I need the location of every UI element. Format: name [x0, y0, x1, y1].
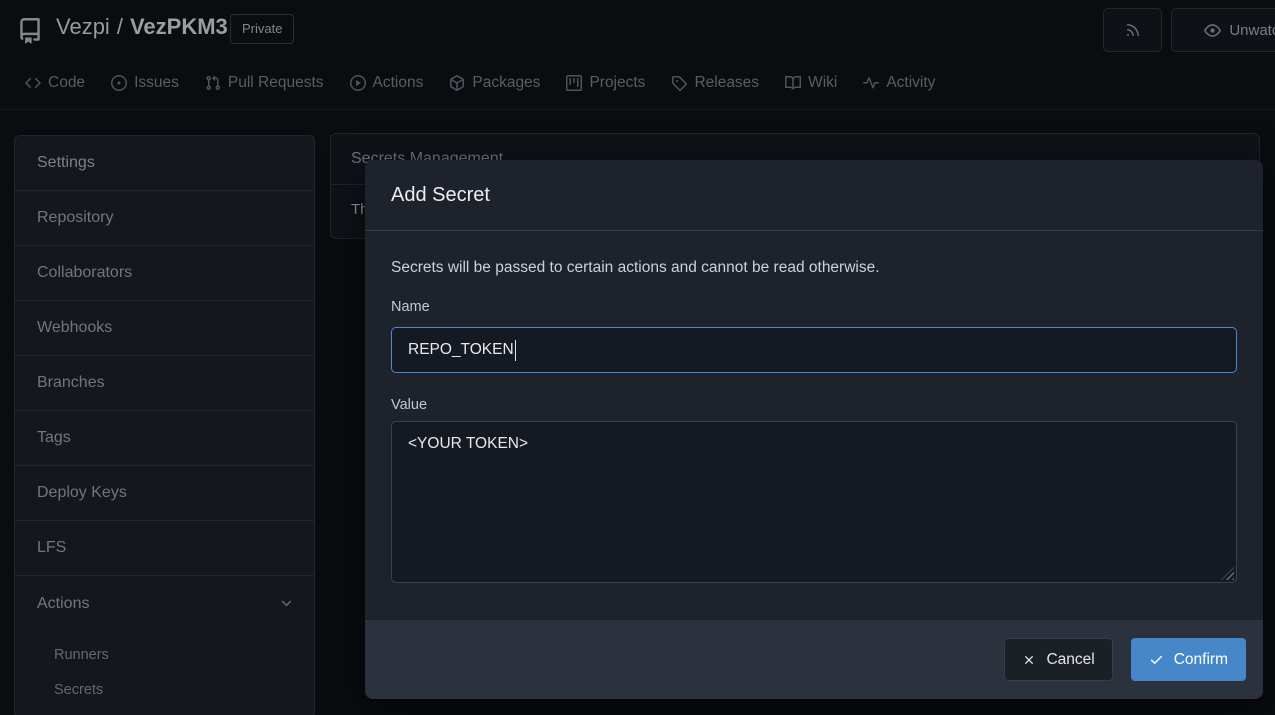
modal-header: Add Secret: [365, 160, 1263, 231]
tab-releases[interactable]: Releases: [658, 63, 772, 103]
cancel-label: Cancel: [1046, 651, 1094, 669]
modal-body: Secrets will be passed to certain action…: [365, 256, 1263, 583]
tab-label: Packages: [472, 74, 540, 92]
tab-label: Activity: [886, 74, 935, 92]
confirm-button[interactable]: Confirm: [1131, 638, 1246, 681]
sidebar-item-tags[interactable]: Tags: [15, 411, 314, 466]
text-cursor: [515, 340, 517, 361]
repo-icon: [17, 18, 43, 44]
git-pull-request-icon: [205, 75, 221, 91]
rss-button[interactable]: [1103, 8, 1162, 52]
tab-label: Code: [48, 74, 85, 92]
x-icon: [1022, 653, 1036, 667]
issue-opened-icon: [111, 75, 127, 91]
tab-projects[interactable]: Projects: [553, 63, 658, 103]
chevron-down-icon: [279, 596, 294, 611]
repo-name-link[interactable]: VezPKM3: [130, 14, 228, 39]
project-board-icon: [566, 75, 582, 91]
tab-label: Issues: [134, 74, 179, 92]
eye-icon: [1204, 22, 1221, 39]
settings-sidebar: Settings Repository Collaborators Webhoo…: [14, 135, 315, 715]
tab-label: Releases: [694, 74, 759, 92]
tab-label: Pull Requests: [228, 74, 324, 92]
sidebar-item-lfs[interactable]: LFS: [15, 521, 314, 576]
sidebar-item-webhooks[interactable]: Webhooks: [15, 301, 314, 356]
sidebar-item-branches[interactable]: Branches: [15, 356, 314, 411]
repo-header: Vezpi / VezPKM3 Private Unwatch: [0, 0, 1275, 56]
value-label: Value: [391, 397, 1237, 413]
unwatch-button[interactable]: Unwatch: [1171, 8, 1275, 52]
sidebar-item-collaborators[interactable]: Collaborators: [15, 246, 314, 301]
tab-label: Actions: [373, 74, 424, 92]
sidebar-item-runners[interactable]: Runners: [15, 637, 314, 672]
repo-title: Vezpi / VezPKM3: [56, 14, 228, 40]
tab-actions[interactable]: Actions: [337, 63, 437, 103]
add-secret-modal: Add Secret Secrets will be passed to cer…: [365, 160, 1263, 699]
play-circle-icon: [350, 75, 366, 91]
book-open-icon: [785, 75, 801, 91]
confirm-label: Confirm: [1174, 651, 1228, 669]
tag-icon: [671, 75, 687, 91]
sidebar-item-settings[interactable]: Settings: [15, 136, 314, 191]
header-actions: Unwatch: [1103, 8, 1275, 52]
tab-activity[interactable]: Activity: [850, 63, 948, 103]
secret-value-textarea[interactable]: <YOUR TOKEN>: [391, 421, 1237, 583]
tab-label: Projects: [589, 74, 645, 92]
secret-description: Secrets will be passed to certain action…: [391, 256, 1237, 279]
tab-label: Wiki: [808, 74, 837, 92]
sidebar-item-label: Actions: [37, 595, 89, 613]
sidebar-item-repository[interactable]: Repository: [15, 191, 314, 246]
cancel-button[interactable]: Cancel: [1004, 638, 1112, 681]
secret-name-input[interactable]: REPO_TOKEN: [391, 327, 1237, 373]
unwatch-label: Unwatch: [1229, 22, 1275, 39]
sidebar-item-actions[interactable]: Actions: [15, 576, 314, 631]
tab-packages[interactable]: Packages: [436, 63, 553, 103]
repo-owner-link[interactable]: Vezpi: [56, 14, 110, 39]
pulse-icon: [863, 75, 879, 91]
tab-code[interactable]: Code: [12, 63, 98, 103]
tab-pull-requests[interactable]: Pull Requests: [192, 63, 337, 103]
check-icon: [1149, 652, 1164, 667]
repo-nav: Code Issues Pull Requests Actions Packag…: [0, 56, 1275, 110]
secret-value-text: <YOUR TOKEN>: [408, 435, 528, 452]
name-label: Name: [391, 299, 1237, 315]
tab-wiki[interactable]: Wiki: [772, 63, 850, 103]
modal-title: Add Secret: [391, 184, 490, 207]
resize-handle[interactable]: [1221, 567, 1234, 580]
tab-issues[interactable]: Issues: [98, 63, 192, 103]
secret-name-value: REPO_TOKEN: [408, 341, 514, 359]
package-icon: [449, 75, 465, 91]
repo-title-separator: /: [117, 14, 123, 39]
code-icon: [25, 75, 41, 91]
sidebar-item-secrets[interactable]: Secrets: [15, 672, 314, 707]
sidebar-item-deploy-keys[interactable]: Deploy Keys: [15, 466, 314, 521]
rss-icon: [1125, 22, 1141, 38]
actions-sub-menu: Runners Secrets: [15, 631, 314, 715]
private-badge: Private: [230, 14, 294, 44]
modal-footer: Cancel Confirm: [365, 620, 1263, 699]
